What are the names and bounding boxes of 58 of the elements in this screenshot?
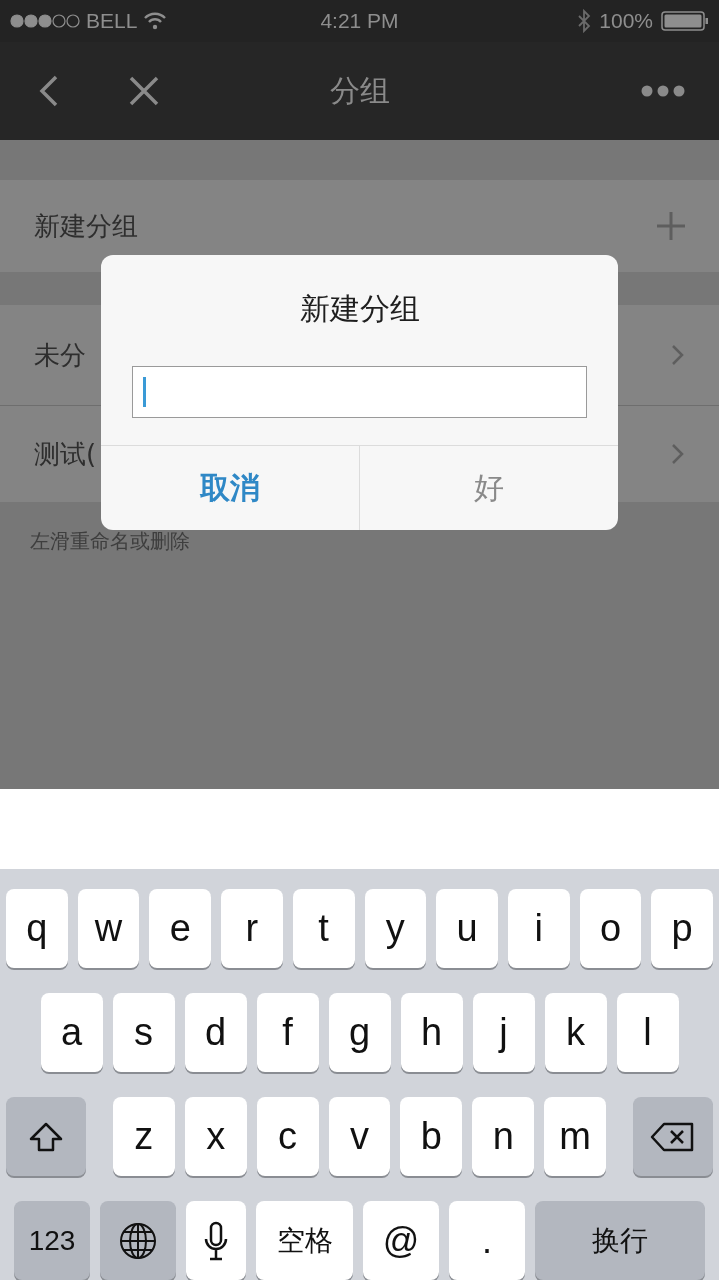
hint-text: 左滑重命名或删除 (30, 528, 190, 555)
letter-key[interactable]: z (112, 1097, 175, 1176)
letter-key[interactable]: q (6, 889, 68, 968)
group-name-field[interactable] (132, 366, 587, 418)
microphone-key[interactable] (186, 1201, 246, 1280)
letter-key[interactable]: d (184, 993, 247, 1072)
letter-key[interactable]: i (507, 889, 570, 968)
letter-key[interactable]: b (400, 1097, 463, 1176)
symbol-key[interactable]: @ (363, 1201, 439, 1280)
text-cursor (143, 377, 146, 407)
letter-key[interactable]: t (292, 889, 355, 968)
carrier-name: BELL (86, 9, 138, 33)
letter-key[interactable]: c (256, 1097, 319, 1176)
dialog-title: 新建分组 (299, 290, 420, 328)
return-key[interactable]: 换行 (535, 1201, 705, 1280)
letter-key[interactable]: n (472, 1097, 535, 1176)
letter-key[interactable]: l (616, 993, 679, 1072)
space-key[interactable]: 空格 (256, 1201, 353, 1280)
letter-key[interactable]: s (112, 993, 175, 1072)
letter-key[interactable]: h (400, 993, 463, 1072)
shift-icon (27, 1120, 64, 1153)
backspace-key[interactable] (633, 1097, 713, 1176)
letter-key[interactable]: m (544, 1097, 607, 1176)
letter-key[interactable]: w (77, 889, 140, 968)
letter-key[interactable]: y (364, 889, 427, 968)
letter-key[interactable]: x (184, 1097, 247, 1176)
row-label: 新建分组 (34, 209, 138, 243)
letter-key[interactable]: j (472, 993, 535, 1072)
bluetooth-icon (577, 9, 592, 33)
letter-key[interactable]: e (149, 889, 212, 968)
letter-key[interactable]: u (436, 889, 498, 968)
letter-key[interactable]: k (544, 993, 607, 1072)
signal-icon (10, 14, 80, 28)
globe-icon (119, 1221, 157, 1260)
numbers-key[interactable]: 123 (14, 1201, 90, 1280)
symbol-key[interactable]: . (449, 1201, 525, 1280)
chevron-right-icon (671, 443, 685, 465)
wifi-icon (143, 12, 168, 30)
letter-key[interactable]: f (256, 993, 319, 1072)
backspace-icon (650, 1120, 696, 1153)
letter-key[interactable]: a (40, 993, 103, 1072)
letter-key[interactable]: g (328, 993, 391, 1072)
chevron-right-icon (671, 344, 685, 366)
row-label: 未分 (34, 338, 86, 372)
clock-time: 4:21 PM (320, 9, 399, 33)
cancel-button[interactable]: 取消 (101, 446, 359, 530)
letter-key[interactable]: r (221, 889, 283, 968)
battery-percentage: 100% (599, 9, 653, 33)
battery-icon (661, 11, 709, 31)
row-label: 测试( (34, 437, 97, 471)
page-title: 分组 (329, 71, 390, 110)
letter-key[interactable]: o (579, 889, 642, 968)
plus-icon (657, 212, 685, 240)
letter-key[interactable]: v (328, 1097, 391, 1176)
letter-key[interactable]: p (651, 889, 713, 968)
shift-key[interactable] (6, 1097, 86, 1176)
microphone-icon (203, 1220, 229, 1261)
globe-key[interactable] (100, 1201, 176, 1280)
